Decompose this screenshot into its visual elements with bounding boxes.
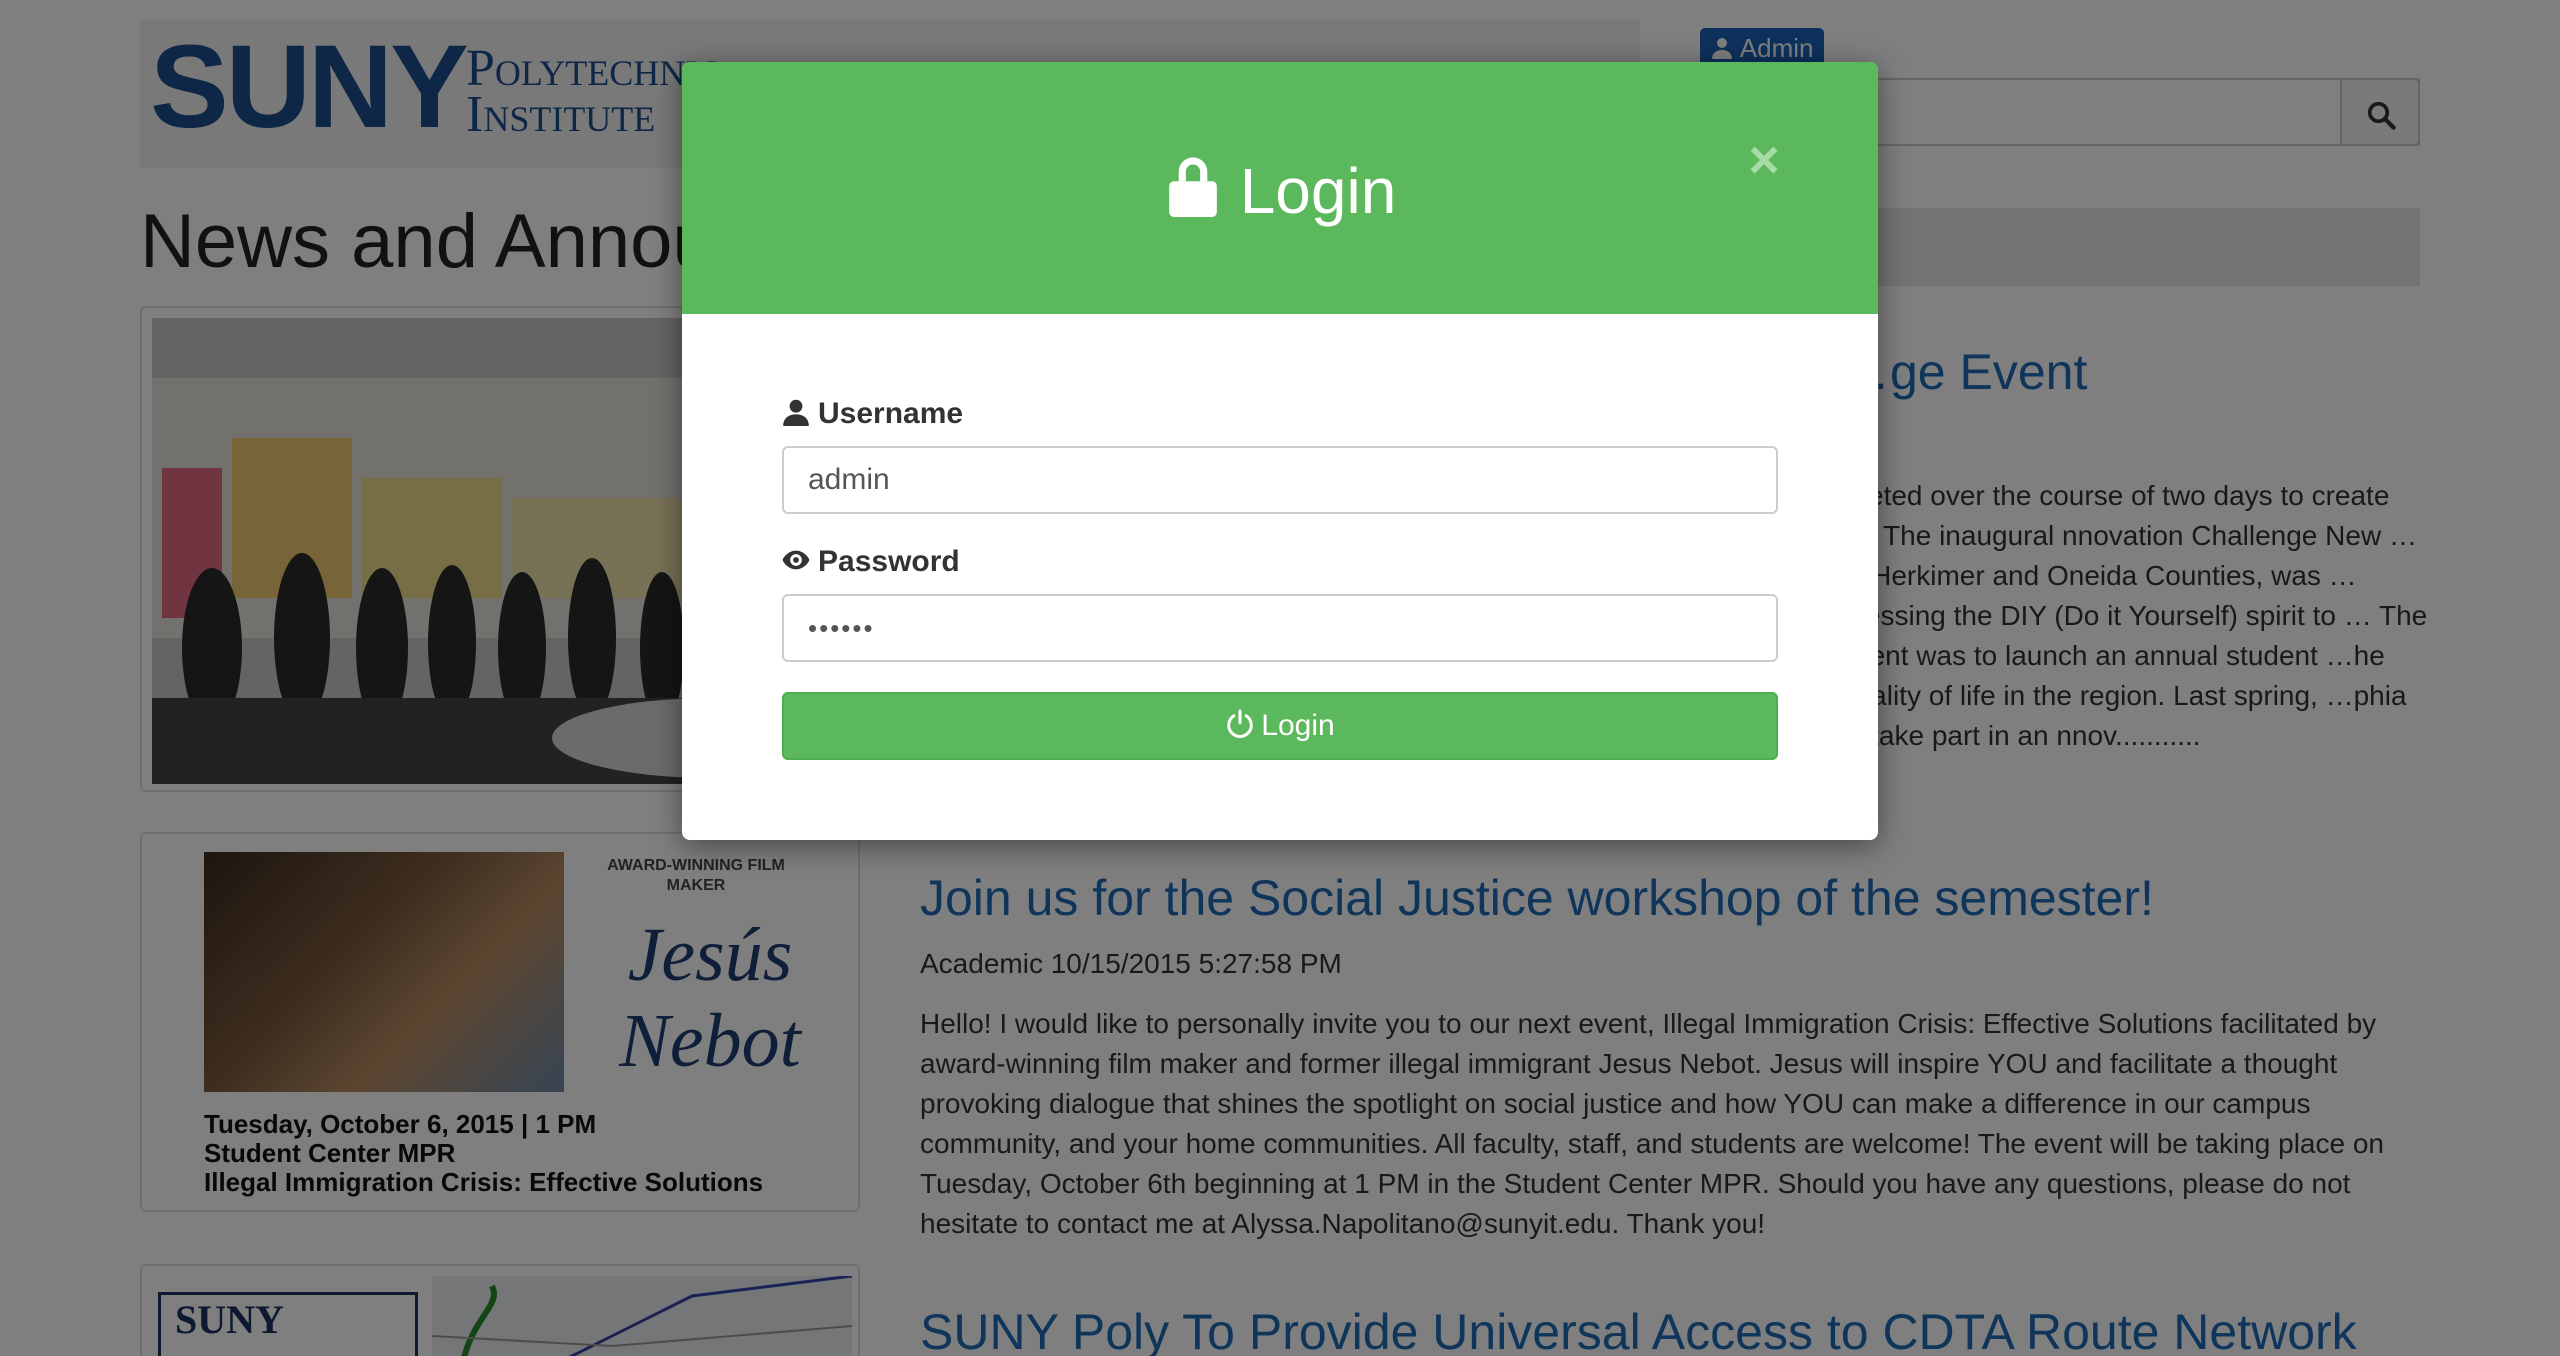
username-label: Username <box>782 396 963 432</box>
login-modal: Login × Username Password Login <box>682 62 1878 840</box>
username-label-text: Username <box>818 397 964 430</box>
login-button[interactable]: Login <box>782 692 1778 760</box>
eye-icon <box>782 550 810 570</box>
modal-title: Login <box>682 154 1878 228</box>
modal-title-text: Login <box>1239 155 1397 227</box>
password-label: Password <box>782 544 960 580</box>
lock-icon <box>1168 157 1217 217</box>
password-label-text: Password <box>818 545 960 578</box>
close-icon[interactable]: × <box>1742 133 1786 187</box>
modal-header: Login × <box>682 62 1878 314</box>
power-icon <box>1227 709 1254 738</box>
user-icon <box>783 399 809 426</box>
login-button-label: Login <box>1261 709 1335 742</box>
password-field[interactable] <box>782 594 1778 662</box>
username-field[interactable] <box>782 446 1778 514</box>
